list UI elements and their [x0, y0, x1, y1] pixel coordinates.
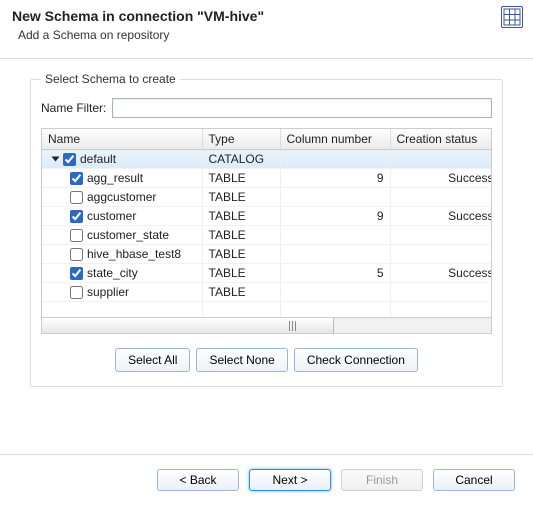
row-name: customer_state — [87, 228, 169, 242]
row-checkbox[interactable] — [70, 286, 83, 299]
row-status: Success — [390, 169, 492, 188]
scrollbar-gripper-icon — [289, 321, 297, 331]
name-filter-label: Name Filter: — [41, 101, 106, 115]
row-type: TABLE — [202, 169, 280, 188]
name-filter-input[interactable] — [112, 98, 492, 118]
table-row[interactable]: customer TABLE9Success — [42, 207, 492, 226]
expand-icon[interactable] — [52, 157, 60, 162]
root-num — [280, 150, 390, 169]
row-checkbox[interactable] — [70, 191, 83, 204]
row-type: TABLE — [202, 188, 280, 207]
row-type: TABLE — [202, 207, 280, 226]
col-header-num[interactable]: Column number — [280, 129, 390, 150]
dialog-header: New Schema in connection "VM-hive" Add a… — [0, 0, 533, 50]
row-status: Success — [390, 207, 492, 226]
table-row[interactable]: state_city TABLE5Success — [42, 264, 492, 283]
table-row[interactable]: hive_hbase_test8 TABLE — [42, 245, 492, 264]
schema-section: Select Schema to create Name Filter: Nam… — [30, 79, 503, 387]
root-type: CATALOG — [202, 150, 280, 169]
row-name: hive_hbase_test8 — [87, 247, 181, 261]
row-checkbox[interactable] — [70, 172, 83, 185]
row-num — [280, 245, 390, 264]
horizontal-scrollbar[interactable] — [41, 318, 492, 334]
schema-table[interactable]: Name Type Column number Creation status — [41, 128, 492, 318]
row-num: 5 — [280, 264, 390, 283]
wizard-footer: < Back Next > Finish Cancel — [0, 454, 533, 505]
row-name: customer — [87, 209, 136, 223]
cancel-button[interactable]: Cancel — [433, 469, 515, 491]
wizard-dialog: New Schema in connection "VM-hive" Add a… — [0, 0, 533, 505]
row-status — [390, 226, 492, 245]
back-button[interactable]: < Back — [157, 469, 239, 491]
row-checkbox[interactable] — [70, 248, 83, 261]
schema-icon — [501, 6, 523, 28]
dialog-subtitle: Add a Schema on repository — [18, 28, 521, 42]
row-num — [280, 188, 390, 207]
row-num — [280, 283, 390, 302]
row-name: state_city — [87, 266, 138, 280]
row-num: 9 — [280, 207, 390, 226]
row-status — [390, 283, 492, 302]
table-header-row: Name Type Column number Creation status — [42, 129, 492, 150]
tree-root-row[interactable]: default CATALOG — [42, 150, 492, 169]
root-status — [390, 150, 492, 169]
col-header-status[interactable]: Creation status — [390, 129, 492, 150]
next-button[interactable]: Next > — [249, 469, 331, 491]
root-name: default — [80, 152, 116, 166]
row-type: TABLE — [202, 264, 280, 283]
row-checkbox[interactable] — [70, 210, 83, 223]
row-name: aggcustomer — [87, 190, 156, 204]
table-buttons-row: Select All Select None Check Connection — [41, 348, 492, 372]
col-header-type[interactable]: Type — [202, 129, 280, 150]
row-status: Success — [390, 264, 492, 283]
row-num: 9 — [280, 169, 390, 188]
root-checkbox[interactable] — [63, 153, 76, 166]
col-header-name[interactable]: Name — [42, 129, 202, 150]
select-none-button[interactable]: Select None — [196, 348, 287, 372]
row-name: agg_result — [87, 171, 143, 185]
table-row[interactable]: agg_result TABLE9Success — [42, 169, 492, 188]
row-status — [390, 188, 492, 207]
finish-button: Finish — [341, 469, 423, 491]
row-checkbox[interactable] — [70, 267, 83, 280]
row-type: TABLE — [202, 226, 280, 245]
row-name: supplier — [87, 285, 129, 299]
check-connection-button[interactable]: Check Connection — [294, 348, 418, 372]
row-num — [280, 226, 390, 245]
empty-row — [42, 302, 492, 319]
row-checkbox[interactable] — [70, 229, 83, 242]
table-row[interactable]: customer_state TABLE — [42, 226, 492, 245]
table-row[interactable]: supplier TABLE — [42, 283, 492, 302]
dialog-title: New Schema in connection "VM-hive" — [12, 8, 521, 24]
row-status — [390, 245, 492, 264]
content-area: Select Schema to create Name Filter: Nam… — [0, 59, 533, 387]
row-type: TABLE — [202, 283, 280, 302]
section-label: Select Schema to create — [41, 72, 180, 86]
name-filter-row: Name Filter: — [41, 98, 492, 118]
table-row[interactable]: aggcustomer TABLE — [42, 188, 492, 207]
row-type: TABLE — [202, 245, 280, 264]
select-all-button[interactable]: Select All — [115, 348, 190, 372]
